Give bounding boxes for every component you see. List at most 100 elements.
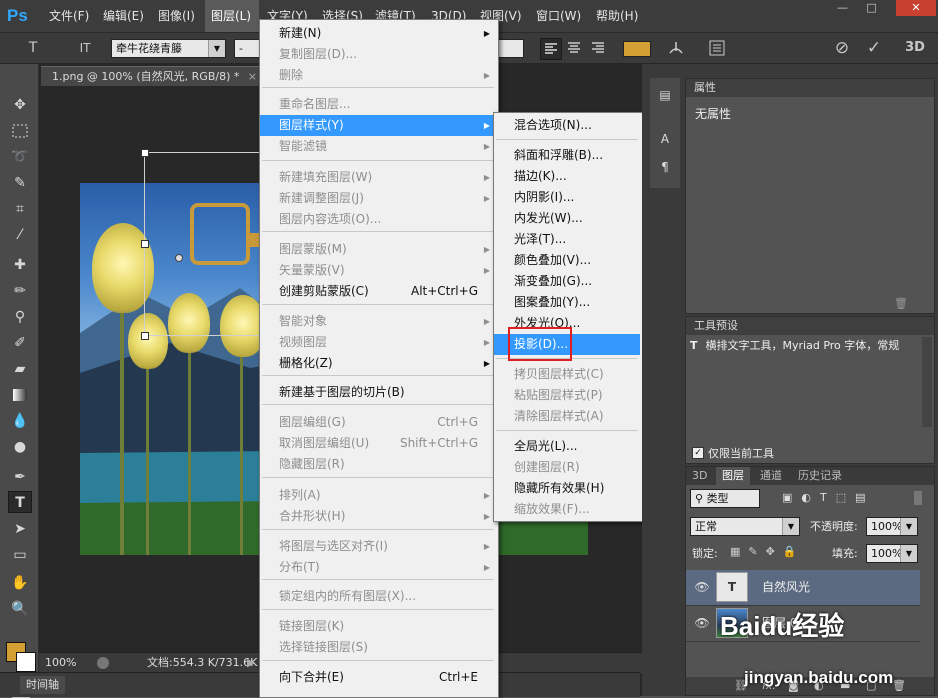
current-tool-only-checkbox[interactable]: ✓ (692, 447, 704, 459)
close-button[interactable]: ✕ (896, 0, 936, 16)
gradient-tool-icon[interactable] (8, 384, 32, 406)
layer-menu-item[interactable]: 向下合并(E) Ctrl+E (260, 667, 496, 688)
type-tool-preset-icon[interactable]: T (20, 33, 46, 63)
style-menu-item[interactable]: 图案叠加(Y)... (494, 292, 640, 313)
tab-channels[interactable]: 通道 (754, 467, 788, 485)
text-color-swatch[interactable] (623, 41, 651, 57)
text-orientation-icon[interactable]: IT (72, 33, 98, 63)
style-menu-item[interactable]: 内阴影(I)... (494, 187, 640, 208)
move-tool-icon[interactable]: ✥ (8, 94, 32, 116)
path-selection-tool-icon[interactable]: ➤ (8, 518, 32, 540)
zoom-level[interactable]: 100% (45, 653, 76, 673)
tab-history[interactable]: 历史记录 (792, 467, 848, 485)
status-menu-arrow-icon[interactable]: ▶ (247, 653, 255, 673)
hand-tool-icon[interactable]: ✋ (8, 572, 32, 594)
menu-layer[interactable]: 图层(L) (205, 0, 259, 32)
background-color-swatch[interactable] (16, 652, 36, 672)
tab-layers[interactable]: 图层 (716, 467, 750, 485)
share-icon[interactable] (97, 657, 109, 669)
menu-item-label: 锁定组内的所有图层(X)... (279, 589, 417, 603)
commit-icon[interactable]: ✓ (862, 33, 886, 63)
menu-image[interactable]: 图像(I) (152, 0, 201, 32)
crop-tool-icon[interactable]: ⌗ (8, 198, 32, 220)
layer-row-text[interactable]: 👁 T 自然风光 (686, 570, 920, 606)
style-menu-item[interactable]: 描边(K)... (494, 166, 640, 187)
healing-brush-tool-icon[interactable]: ✚ (8, 254, 32, 276)
history-panel-icon[interactable]: ▤ (656, 88, 674, 106)
anti-alias-select[interactable] (498, 39, 524, 58)
transform-handle[interactable] (141, 149, 149, 157)
blur-tool-icon[interactable]: 💧 (8, 410, 32, 432)
transform-bounding-box[interactable] (144, 152, 264, 336)
paragraph-panel-icon[interactable]: ¶ (656, 160, 674, 178)
menu-window[interactable]: 窗口(W) (530, 0, 587, 32)
fill-input[interactable]: 100% ▼ (866, 544, 918, 563)
rectangle-tool-icon[interactable]: ▭ (8, 544, 32, 566)
style-menu-item[interactable]: 隐藏所有效果(H) (494, 478, 640, 499)
menu-edit[interactable]: 编辑(E) (97, 0, 150, 32)
marquee-tool-icon[interactable] (8, 120, 32, 142)
clone-stamp-tool-icon[interactable]: ⚲ (8, 306, 32, 328)
close-tab-icon[interactable]: × (248, 67, 257, 87)
style-menu-item[interactable]: 光泽(T)... (494, 229, 640, 250)
style-menu-item[interactable]: 斜面和浮雕(B)... (494, 145, 640, 166)
layer-menu-item[interactable]: 图层样式(Y) ▶ (260, 115, 496, 136)
layer-menu-item[interactable]: 创建剪贴蒙版(C) Alt+Ctrl+G (260, 281, 496, 302)
layer-filter-icons[interactable]: ▣◐T⬚▤ (782, 491, 875, 504)
layer-menu-item[interactable]: 新建(N) ▶ (260, 23, 496, 44)
tab-3d[interactable]: 3D (686, 467, 713, 485)
cancel-icon[interactable]: ⊘ (830, 33, 854, 63)
visibility-eye-icon[interactable]: 👁 (694, 580, 710, 594)
submenu-arrow-icon: ▶ (483, 542, 490, 551)
filter-toggle[interactable] (914, 491, 922, 505)
layer-name[interactable]: 自然风光 (762, 570, 810, 605)
transform-handle[interactable] (141, 240, 149, 248)
style-menu-item[interactable]: 混合选项(N)... (494, 115, 640, 136)
align-left-icon[interactable] (540, 38, 562, 60)
character-panel-icon[interactable] (705, 33, 729, 68)
opacity-input[interactable]: 100% ▼ (866, 517, 918, 536)
pen-tool-icon[interactable]: ✒ (8, 466, 32, 488)
document-info[interactable]: 文档:554.3 K/731.6K (147, 653, 257, 673)
font-family-select[interactable]: 牵牛花绕青籐 ▼ (111, 39, 226, 58)
maximize-button[interactable]: □ (858, 0, 885, 16)
history-brush-tool-icon[interactable]: ✐ (8, 332, 32, 354)
type-tool-icon[interactable]: T (8, 491, 32, 513)
blend-mode-select[interactable]: 正常 ▼ (690, 517, 800, 536)
eyedropper-tool-icon[interactable]: ⁄ (8, 224, 32, 246)
zoom-tool-icon[interactable]: 🔍 (8, 598, 32, 620)
trash-icon[interactable]: 🗑 (894, 297, 908, 310)
dodge-tool-icon[interactable]: ● (8, 436, 32, 458)
document-tab[interactable]: 1.png @ 100% (自然风光, RGB/8) * × (41, 66, 263, 86)
font-style-select[interactable]: - (234, 39, 260, 58)
timeline-tab[interactable]: 时间轴 (20, 676, 65, 694)
menu-item-label: 创建图层(R) (514, 460, 580, 474)
align-center-icon[interactable] (564, 38, 584, 58)
layer-menu-item[interactable]: 新建基于图层的切片(B) (260, 382, 496, 403)
layer-filter-select[interactable]: ⚲ 类型 (690, 489, 760, 508)
transform-center-point[interactable] (175, 254, 183, 262)
menu-file[interactable]: 文件(F) (43, 0, 95, 32)
layer-menu-item: 复制图层(D)... (260, 44, 496, 65)
character-panel-icon[interactable]: A (656, 132, 674, 150)
3d-button[interactable]: 3D (902, 33, 928, 63)
lasso-tool-icon[interactable]: ➰ (8, 146, 32, 168)
style-menu-item[interactable]: 颜色叠加(V)... (494, 250, 640, 271)
brush-tool-icon[interactable]: ✏ (8, 280, 32, 302)
style-menu-item[interactable]: 全局光(L)... (494, 436, 640, 457)
minimize-button[interactable]: — (829, 0, 856, 16)
eraser-tool-icon[interactable]: ▰ (8, 358, 32, 380)
transform-handle[interactable] (141, 332, 149, 340)
layer-menu-item[interactable]: 栅格化(Z) ▶ (260, 353, 496, 374)
scrollbar[interactable] (922, 337, 932, 427)
quick-select-tool-icon[interactable]: ✎ (8, 172, 32, 194)
menu-item-label: 图层编组(G) (279, 415, 346, 429)
visibility-eye-icon[interactable]: 👁 (694, 616, 710, 630)
tool-preset-item[interactable]: T 横排文字工具，Myriad Pro 字体，常规 (690, 337, 920, 355)
warp-text-icon[interactable] (664, 33, 688, 68)
style-menu-item[interactable]: 内发光(W)... (494, 208, 640, 229)
style-menu-item[interactable]: 渐变叠加(G)... (494, 271, 640, 292)
align-right-icon[interactable] (588, 38, 608, 58)
lock-icons[interactable]: ▦✎✥🔒 (730, 545, 805, 558)
menu-help[interactable]: 帮助(H) (590, 0, 644, 32)
